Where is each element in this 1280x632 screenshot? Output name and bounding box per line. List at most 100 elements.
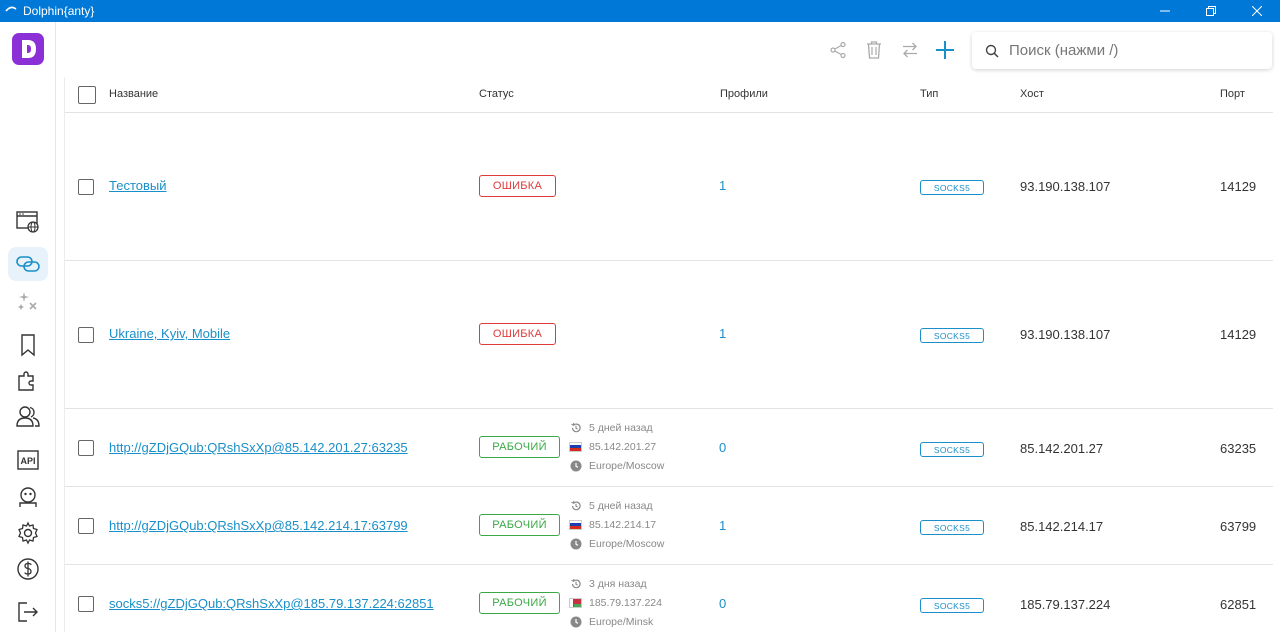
sidebar-item-api[interactable]: API xyxy=(8,443,48,477)
search-input[interactable] xyxy=(1007,41,1261,60)
last-check-line: 5 дней назад xyxy=(569,499,653,512)
ip-text: 185.79.137.224 xyxy=(589,596,662,609)
port-value: 63799 xyxy=(1220,519,1257,534)
dollar-icon xyxy=(17,558,39,580)
header-port[interactable]: Порт xyxy=(1220,88,1245,100)
ip-text: 85.142.214.17 xyxy=(589,518,657,531)
close-icon xyxy=(1252,6,1262,16)
table-row[interactable]: http://gZDjGQub:QRshSxXp@85.142.214.17:6… xyxy=(65,487,1273,565)
restore-icon xyxy=(1206,6,1216,16)
sidebar-item-proxies[interactable] xyxy=(8,247,48,281)
timezone-text: Europe/Minsk xyxy=(589,615,654,628)
proxy-name-link[interactable]: socks5://gZDjGQub:QRshSxXp@185.79.137.22… xyxy=(109,596,434,611)
dolphin-app-icon xyxy=(5,6,17,12)
search-box xyxy=(972,32,1272,69)
status-badge: ОШИБКА xyxy=(479,175,556,197)
timezone-line: Europe/Moscow xyxy=(569,537,664,550)
history-icon xyxy=(569,421,582,434)
timezone-line: Europe/Minsk xyxy=(569,615,653,628)
timezone-line: Europe/Moscow xyxy=(569,459,664,472)
gear-icon xyxy=(18,521,38,545)
belarus-flag-icon xyxy=(569,596,582,609)
host-value: 85.142.201.27 xyxy=(1020,441,1104,456)
add-proxy-button[interactable] xyxy=(935,36,955,64)
port-value: 63235 xyxy=(1220,441,1257,456)
table-row[interactable]: Тестовый ОШИБКА 1 SOCKS5 93.190.138.107 … xyxy=(65,113,1273,261)
browser-globe-icon xyxy=(16,211,39,233)
last-check-text: 3 дня назад xyxy=(589,577,647,590)
proxy-name-link[interactable]: http://gZDjGQub:QRshSxXp@85.142.214.17:6… xyxy=(109,518,408,533)
sidebar-item-extensions[interactable] xyxy=(8,363,48,397)
profiles-count[interactable]: 0 xyxy=(719,440,726,455)
proxy-name-link[interactable]: http://gZDjGQub:QRshSxXp@85.142.201.27:6… xyxy=(109,440,408,455)
table-row[interactable]: socks5://gZDjGQub:QRshSxXp@185.79.137.22… xyxy=(65,565,1273,632)
timezone-text: Europe/Moscow xyxy=(589,537,665,550)
timezone-text: Europe/Moscow xyxy=(589,459,665,472)
swap-button[interactable] xyxy=(900,36,920,64)
ip-line: 85.142.201.27 xyxy=(569,440,656,453)
minimize-icon xyxy=(1160,10,1170,12)
profiles-count[interactable]: 0 xyxy=(719,596,726,611)
header-host[interactable]: Хост xyxy=(1020,88,1044,100)
extensions-puzzle-icon xyxy=(18,371,34,391)
header-name[interactable]: Название xyxy=(109,88,158,100)
history-icon xyxy=(569,499,582,512)
minimize-button[interactable] xyxy=(1142,0,1188,22)
row-checkbox[interactable] xyxy=(78,179,94,195)
swap-icon xyxy=(903,42,917,58)
header-type[interactable]: Тип xyxy=(920,88,938,100)
delete-button[interactable] xyxy=(864,36,884,64)
bookmark-icon xyxy=(21,334,35,357)
search-icon xyxy=(985,44,999,58)
select-all-checkbox[interactable] xyxy=(78,86,96,104)
port-value: 14129 xyxy=(1220,327,1257,342)
type-badge: SOCKS5 xyxy=(920,442,984,457)
plus-icon xyxy=(936,41,954,59)
sidebar-item-users[interactable] xyxy=(8,399,48,433)
header-status[interactable]: Статус xyxy=(479,88,514,100)
proxy-name-link[interactable]: Тестовый xyxy=(109,178,167,193)
status-badge: ОШИБКА xyxy=(479,323,556,345)
table-row[interactable]: http://gZDjGQub:QRshSxXp@85.142.201.27:6… xyxy=(65,409,1273,487)
users-icon xyxy=(16,406,40,427)
table-row[interactable]: Ukraine, Kyiv, Mobile ОШИБКА 1 SOCKS5 93… xyxy=(65,261,1273,409)
sidebar-item-browser-profiles[interactable] xyxy=(8,205,48,239)
last-check-line: 5 дней назад xyxy=(569,421,653,434)
profiles-count[interactable]: 1 xyxy=(719,518,726,533)
share-button[interactable] xyxy=(828,36,848,64)
sidebar-item-automation[interactable] xyxy=(8,284,48,318)
clock-icon xyxy=(569,615,582,628)
proxy-name-link[interactable]: Ukraine, Kyiv, Mobile xyxy=(109,326,230,341)
type-badge: SOCKS5 xyxy=(920,328,984,343)
clock-icon xyxy=(569,459,582,472)
row-checkbox[interactable] xyxy=(78,596,94,612)
last-check-text: 5 дней назад xyxy=(589,499,653,512)
ip-line: 185.79.137.224 xyxy=(569,596,662,609)
maximize-button[interactable] xyxy=(1188,0,1234,22)
row-checkbox[interactable] xyxy=(78,518,94,534)
header-profiles[interactable]: Профили xyxy=(720,88,768,100)
type-badge: SOCKS5 xyxy=(920,180,984,195)
share-icon xyxy=(830,41,846,59)
trash-icon xyxy=(867,41,881,59)
sidebar-item-billing[interactable] xyxy=(8,552,48,586)
dolphin-logo[interactable] xyxy=(12,33,44,65)
sidebar-item-robot[interactable] xyxy=(8,480,48,514)
row-checkbox[interactable] xyxy=(78,327,94,343)
row-checkbox[interactable] xyxy=(78,440,94,456)
port-value: 14129 xyxy=(1220,179,1257,194)
window-controls xyxy=(1142,0,1280,22)
robot-icon xyxy=(19,487,37,507)
sidebar-item-logout[interactable] xyxy=(8,595,48,629)
ip-text: 85.142.201.27 xyxy=(589,440,657,453)
proxy-link-icon xyxy=(16,256,40,272)
russia-flag-icon xyxy=(569,440,582,453)
sidebar-item-bookmarks[interactable] xyxy=(8,328,48,362)
host-value: 85.142.214.17 xyxy=(1020,519,1104,534)
profiles-count[interactable]: 1 xyxy=(719,178,726,193)
close-window-button[interactable] xyxy=(1234,0,1280,22)
host-value: 93.190.138.107 xyxy=(1020,327,1111,342)
svg-text:API: API xyxy=(20,456,35,466)
profiles-count[interactable]: 1 xyxy=(719,326,726,341)
sidebar-item-settings[interactable] xyxy=(8,516,48,550)
